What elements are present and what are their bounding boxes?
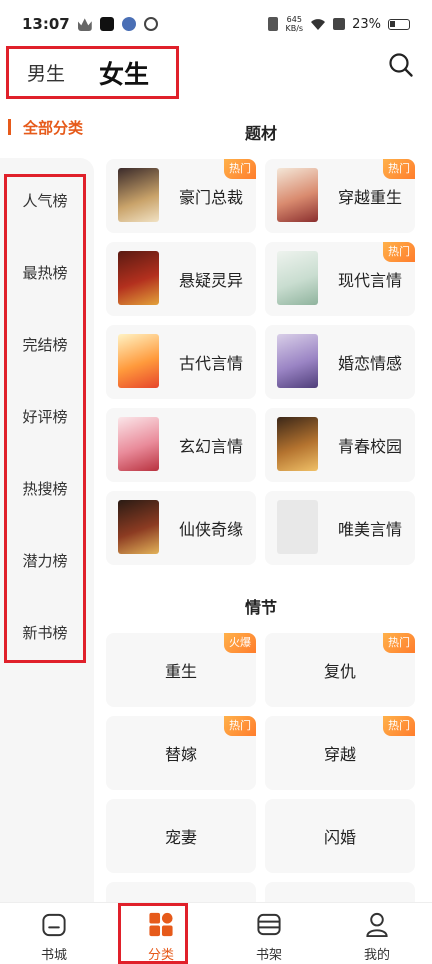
network-speed-unit: KB/s bbox=[285, 24, 304, 33]
battery-percent: 23% bbox=[352, 16, 381, 32]
category-label: 仙侠奇缘 bbox=[179, 520, 244, 539]
vibrate-icon bbox=[268, 17, 279, 31]
crown-icon bbox=[77, 18, 92, 31]
section-title-plot: 情节 bbox=[244, 598, 277, 617]
plot-card-partial[interactable] bbox=[106, 882, 256, 902]
sidebar-item-top-rated[interactable]: 好评榜 bbox=[4, 406, 86, 427]
book-cover bbox=[118, 334, 159, 388]
nav-bookshelf[interactable]: 书架 bbox=[234, 907, 304, 963]
sidebar-item-hottest[interactable]: 最热榜 bbox=[4, 262, 86, 283]
bottom-nav: 书城 分类 书架 我的 bbox=[0, 902, 432, 964]
tiktok-icon bbox=[99, 17, 114, 31]
hot-badge: 热门 bbox=[383, 159, 415, 179]
battery-icon bbox=[388, 18, 410, 30]
sidebar-item-popular[interactable]: 人气榜 bbox=[4, 190, 86, 211]
plot-label: 闪婚 bbox=[323, 828, 356, 847]
book-cover bbox=[118, 500, 159, 554]
nav-bookstore[interactable]: 书城 bbox=[19, 907, 89, 963]
search-icon[interactable] bbox=[388, 52, 414, 78]
link-icon bbox=[143, 17, 158, 31]
category-card[interactable]: 豪门总裁 热门 bbox=[106, 159, 256, 233]
app-notification-icon bbox=[121, 17, 136, 31]
book-cover bbox=[277, 168, 318, 222]
plot-card[interactable]: 穿越 热门 bbox=[265, 716, 415, 790]
hot-badge: 热门 bbox=[383, 242, 415, 262]
network-speed-value: 645 bbox=[286, 15, 302, 24]
category-label: 青春校园 bbox=[338, 437, 403, 456]
category-card[interactable]: 悬疑灵异 bbox=[106, 242, 256, 316]
hot-badge: 热门 bbox=[383, 716, 415, 736]
nav-category[interactable]: 分类 bbox=[126, 907, 196, 963]
section-title-theme: 题材 bbox=[244, 124, 277, 143]
sidebar-item-trending-search[interactable]: 热搜榜 bbox=[4, 478, 86, 499]
category-card[interactable]: 古代言情 bbox=[106, 325, 256, 399]
network-speed: 645 KB/s bbox=[285, 15, 303, 33]
category-label: 唯美言情 bbox=[338, 520, 403, 539]
nav-label: 我的 bbox=[363, 948, 390, 963]
nav-profile[interactable]: 我的 bbox=[342, 907, 412, 963]
category-card[interactable]: 玄幻言情 bbox=[106, 408, 256, 482]
sidebar-item-new-books[interactable]: 新书榜 bbox=[4, 622, 86, 643]
plot-card[interactable]: 复仇 热门 bbox=[265, 633, 415, 707]
gender-tabs: 男生 女生 bbox=[6, 46, 179, 99]
nav-label: 分类 bbox=[147, 948, 174, 963]
book-cover bbox=[277, 251, 318, 305]
plot-label: 宠妻 bbox=[164, 828, 197, 847]
tab-male[interactable]: 男生 bbox=[27, 59, 65, 86]
category-label: 玄幻言情 bbox=[179, 437, 244, 456]
bookshelf-icon bbox=[257, 913, 281, 936]
book-cover bbox=[118, 251, 159, 305]
plot-card[interactable]: 替嫁 热门 bbox=[106, 716, 256, 790]
book-cover bbox=[277, 334, 318, 388]
bookstore-icon bbox=[42, 913, 66, 937]
hot-badge: 热门 bbox=[224, 716, 256, 736]
plot-card[interactable]: 宠妻 bbox=[106, 799, 256, 873]
category-card[interactable]: 穿越重生 热门 bbox=[265, 159, 415, 233]
nav-label: 书架 bbox=[255, 948, 282, 963]
sidebar-item-completed[interactable]: 完结榜 bbox=[4, 334, 86, 355]
category-label: 婚恋情感 bbox=[338, 354, 403, 373]
sidebar-item-potential[interactable]: 潜力榜 bbox=[4, 550, 86, 571]
status-time: 13:07 bbox=[22, 15, 70, 33]
tab-female[interactable]: 女生 bbox=[99, 55, 149, 91]
category-card[interactable]: 青春校园 bbox=[265, 408, 415, 482]
plot-card[interactable]: 闪婚 bbox=[265, 799, 415, 873]
status-right: 645 KB/s 23% bbox=[268, 15, 410, 33]
category-card[interactable]: 仙侠奇缘 bbox=[106, 491, 256, 565]
book-cover bbox=[118, 417, 159, 471]
profile-icon bbox=[366, 912, 388, 938]
status-bar: 13:07 645 KB/s 23% bbox=[0, 0, 432, 48]
status-left: 13:07 bbox=[22, 15, 158, 33]
plot-card-partial[interactable] bbox=[265, 882, 415, 902]
category-label: 悬疑灵异 bbox=[179, 271, 244, 290]
close-box-icon bbox=[333, 18, 346, 30]
category-card[interactable]: 唯美言情 bbox=[265, 491, 415, 565]
category-icon bbox=[149, 912, 173, 937]
category-card[interactable]: 现代言情 热门 bbox=[265, 242, 415, 316]
hot-badge: 热门 bbox=[224, 159, 256, 179]
fire-badge: 火爆 bbox=[224, 633, 256, 653]
hot-badge: 热门 bbox=[383, 633, 415, 653]
sidebar-title-all-categories[interactable]: 全部分类 bbox=[8, 117, 83, 137]
nav-label: 书城 bbox=[40, 948, 67, 963]
book-cover bbox=[277, 417, 318, 471]
book-cover bbox=[118, 168, 159, 222]
category-card[interactable]: 婚恋情感 bbox=[265, 325, 415, 399]
wifi-icon bbox=[311, 18, 326, 30]
plot-card[interactable]: 重生 火爆 bbox=[106, 633, 256, 707]
category-label: 古代言情 bbox=[179, 354, 244, 373]
book-cover-placeholder bbox=[277, 500, 318, 554]
